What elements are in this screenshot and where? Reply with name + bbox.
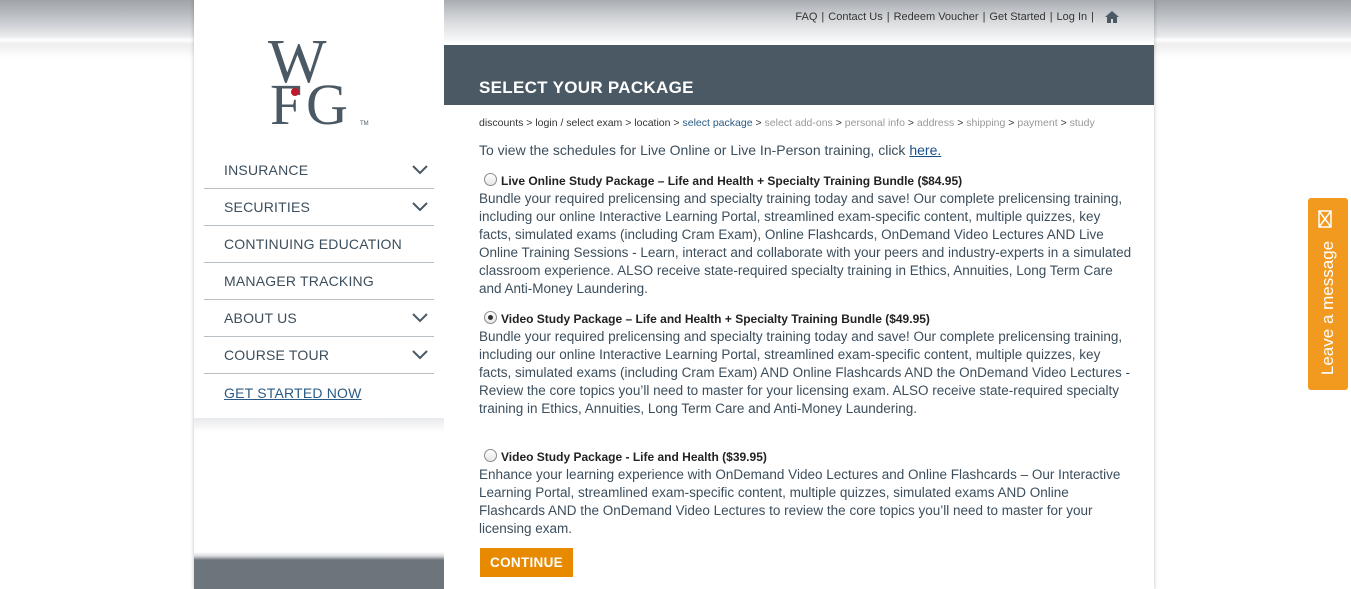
breadcrumb-step: personal info: [844, 117, 905, 129]
intro-text: To view the schedules for Live Online or…: [479, 142, 910, 158]
leave-message-label: Leave a message: [1318, 240, 1337, 376]
sidebar-item-label: ABOUT US: [224, 310, 297, 326]
sidebar-nav: INSURANCE SECURITIES CONTINUING EDUCATIO…: [204, 152, 434, 411]
chevron-down-icon[interactable]: [412, 350, 428, 360]
schedule-here-link[interactable]: here.: [909, 142, 941, 158]
chevron-down-icon[interactable]: [412, 202, 428, 212]
sidebar-divider: [194, 418, 444, 432]
get-started-now-link[interactable]: GET STARTED NOW: [224, 385, 362, 401]
chevron-down-icon[interactable]: [412, 313, 428, 323]
package-description: Bundle your required prelicensing and sp…: [479, 329, 1131, 416]
logo-trademark: TM: [360, 121, 369, 127]
wfg-logo[interactable]: W F G TM: [266, 28, 376, 137]
package-radio[interactable]: [484, 448, 497, 462]
sidebar-item-get-started-now[interactable]: GET STARTED NOW: [204, 374, 434, 411]
package-option-header[interactable]: Video Study Package – Life and Health + …: [479, 310, 1134, 328]
page-title: SELECT YOUR PACKAGE: [479, 78, 694, 97]
leave-message-tab[interactable]: Leave a message: [1308, 198, 1348, 390]
breadcrumb-step: discounts: [479, 117, 524, 129]
log-in-link[interactable]: Log In: [1057, 11, 1088, 23]
contact-us-link[interactable]: Contact Us: [828, 11, 882, 23]
utility-links: FAQ | Contact Us | Redeem Voucher | Get …: [795, 10, 1120, 24]
package-option-header[interactable]: Live Online Study Package – Life and Hea…: [479, 172, 1134, 190]
sidebar-item-manager-tracking[interactable]: MANAGER TRACKING: [204, 263, 434, 300]
breadcrumb: discounts > login / select exam > locati…: [479, 117, 1095, 129]
sidebar-item-course-tour[interactable]: COURSE TOUR: [204, 337, 434, 374]
package-title: Video Study Package – Life and Health + …: [501, 312, 930, 326]
package-description: Bundle your required prelicensing and sp…: [479, 191, 1132, 296]
faq-link[interactable]: FAQ: [795, 11, 817, 23]
package-title: Live Online Study Package – Life and Hea…: [501, 174, 963, 188]
package-option-header[interactable]: Video Study Package - Life and Health ($…: [479, 448, 1134, 466]
redeem-voucher-link[interactable]: Redeem Voucher: [894, 11, 979, 23]
home-icon[interactable]: [1104, 10, 1120, 24]
breadcrumb-step: location: [634, 117, 671, 129]
breadcrumb-step: shipping: [966, 117, 1006, 129]
sidebar-footer-band: [194, 552, 444, 589]
chevron-down-icon[interactable]: [412, 165, 428, 175]
schedule-intro: To view the schedules for Live Online or…: [479, 142, 941, 158]
wfg-logo-mark: W F G TM: [268, 28, 369, 137]
breadcrumb-step: study: [1069, 117, 1095, 129]
page-header: SELECT YOUR PACKAGE: [444, 45, 1154, 105]
continue-button[interactable]: CONTINUE: [480, 548, 573, 577]
sidebar-item-about-us[interactable]: ABOUT US: [204, 300, 434, 337]
sidebar-item-label: MANAGER TRACKING: [224, 273, 374, 289]
package-radio-selected[interactable]: [484, 310, 497, 324]
sidebar-item-label: CONTINUING EDUCATION: [224, 236, 402, 252]
page-container: W F G TM INSURANCE SECURITIES CONTINUING…: [194, 0, 1154, 589]
sidebar: W F G TM INSURANCE SECURITIES CONTINUING…: [194, 0, 444, 589]
breadcrumb-step: payment: [1017, 117, 1058, 129]
package-option: Live Online Study Package – Life and Hea…: [479, 172, 1134, 298]
sidebar-item-insurance[interactable]: INSURANCE: [204, 152, 434, 189]
sidebar-item-label: SECURITIES: [224, 199, 311, 215]
sidebar-item-label: INSURANCE: [224, 162, 309, 178]
logo-letter-g: G: [306, 72, 348, 130]
package-radio[interactable]: [484, 172, 497, 186]
sidebar-item-continuing-education[interactable]: CONTINUING EDUCATION: [204, 226, 434, 263]
breadcrumb-step: address: [916, 117, 955, 129]
package-option: Video Study Package - Life and Health ($…: [479, 448, 1134, 538]
envelope-icon: [1318, 210, 1332, 228]
package-option: Video Study Package – Life and Health + …: [479, 310, 1134, 418]
logo-red-dot: [291, 88, 299, 96]
package-description: Enhance your learning experience with On…: [479, 467, 1121, 536]
breadcrumb-step-current: select package: [682, 117, 753, 129]
logo-letter-f: F: [270, 72, 302, 130]
sidebar-item-label: COURSE TOUR: [224, 347, 330, 363]
get-started-link[interactable]: Get Started: [989, 11, 1045, 23]
sidebar-item-securities[interactable]: SECURITIES: [204, 189, 434, 226]
main-content: FAQ | Contact Us | Redeem Voucher | Get …: [444, 0, 1154, 589]
breadcrumb-step: select add-ons: [764, 117, 833, 129]
package-title: Video Study Package - Life and Health ($…: [501, 450, 767, 464]
breadcrumb-step: login / select exam: [535, 117, 623, 129]
